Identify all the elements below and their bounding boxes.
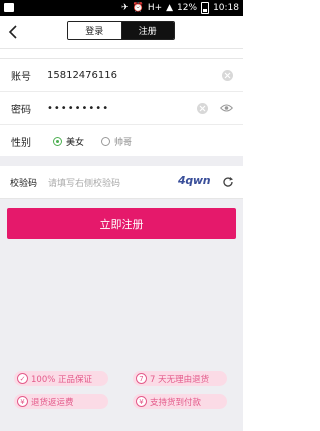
- gender-female-label: 美女: [66, 137, 85, 148]
- gender-row: 性别 美女 帅哥: [0, 125, 243, 157]
- signal-icon: ▲: [166, 3, 174, 13]
- gender-male-radio[interactable]: 帅哥: [101, 135, 132, 148]
- tab-login[interactable]: 登录: [68, 22, 122, 39]
- notification-icon: [4, 3, 14, 12]
- section-divider: [0, 156, 243, 166]
- mute-icon: ✈: [121, 3, 129, 13]
- battery-percent: 12%: [177, 3, 198, 13]
- status-bar: ✈ ⏰ H+ ▲ 12% 10:18: [0, 0, 243, 16]
- network-type: H+: [147, 3, 163, 13]
- badge-label: 支持货到付款: [150, 397, 202, 408]
- register-form: 账号 15812476116 密码 ••••••••• 性别 美女 帅哥: [0, 58, 243, 158]
- radio-unchecked-icon: [101, 136, 110, 146]
- register-submit-button[interactable]: 立即注册: [7, 208, 236, 239]
- badge-label: 7 天无理由退货: [150, 374, 210, 385]
- refresh-icon[interactable]: [222, 176, 234, 188]
- battery-icon: [201, 2, 210, 14]
- captcha-row: 校验码 请填写右侧校验码 4qwn: [0, 166, 243, 199]
- password-label: 密码: [11, 104, 31, 116]
- gender-label: 性别: [11, 137, 31, 149]
- captcha-label: 校验码: [10, 179, 38, 189]
- radio-checked-icon: [53, 136, 62, 146]
- bottom-area: 立即注册 ✓ 100% 正品保证 7 7 天无理由退货 ¥ 退货返运费 ¥ 支持…: [0, 199, 243, 431]
- password-input[interactable]: •••••••••: [47, 103, 109, 114]
- yen-icon: ¥: [136, 396, 147, 407]
- clock: 10:18: [213, 3, 239, 13]
- close-icon: [224, 72, 231, 78]
- captcha-image[interactable]: 4qwn: [178, 174, 211, 187]
- header: 登录 注册: [0, 16, 243, 49]
- account-label: 账号: [11, 71, 31, 83]
- badge-label: 100% 正品保证: [31, 374, 93, 385]
- badge-authentic: ✓ 100% 正品保证: [14, 371, 108, 386]
- badge-label: 退货返运费: [31, 397, 74, 408]
- gender-male-label: 帅哥: [114, 137, 133, 148]
- clear-password-button[interactable]: [197, 102, 208, 114]
- account-input[interactable]: 15812476116: [47, 70, 117, 81]
- alarm-icon: ⏰: [132, 3, 144, 13]
- yen-icon: ¥: [17, 396, 28, 407]
- clear-account-button[interactable]: [222, 69, 233, 81]
- login-register-switch: 登录 注册: [67, 21, 175, 40]
- gender-female-radio[interactable]: 美女: [53, 135, 84, 148]
- seven-day-icon: 7: [136, 373, 147, 384]
- badge-return-shipping: ¥ 退货返运费: [14, 394, 108, 409]
- close-icon: [199, 105, 206, 111]
- tab-register[interactable]: 注册: [121, 22, 174, 39]
- badge-cash-on-delivery: ¥ 支持货到付款: [133, 394, 227, 409]
- password-row: 密码 •••••••••: [0, 92, 243, 125]
- badge-7-day-return: 7 7 天无理由退货: [133, 371, 227, 386]
- account-row: 账号 15812476116: [0, 59, 243, 92]
- captcha-input[interactable]: 请填写右侧校验码: [48, 176, 120, 189]
- back-arrow-icon[interactable]: [6, 23, 22, 41]
- check-icon: ✓: [17, 373, 28, 384]
- eye-icon[interactable]: [220, 103, 233, 113]
